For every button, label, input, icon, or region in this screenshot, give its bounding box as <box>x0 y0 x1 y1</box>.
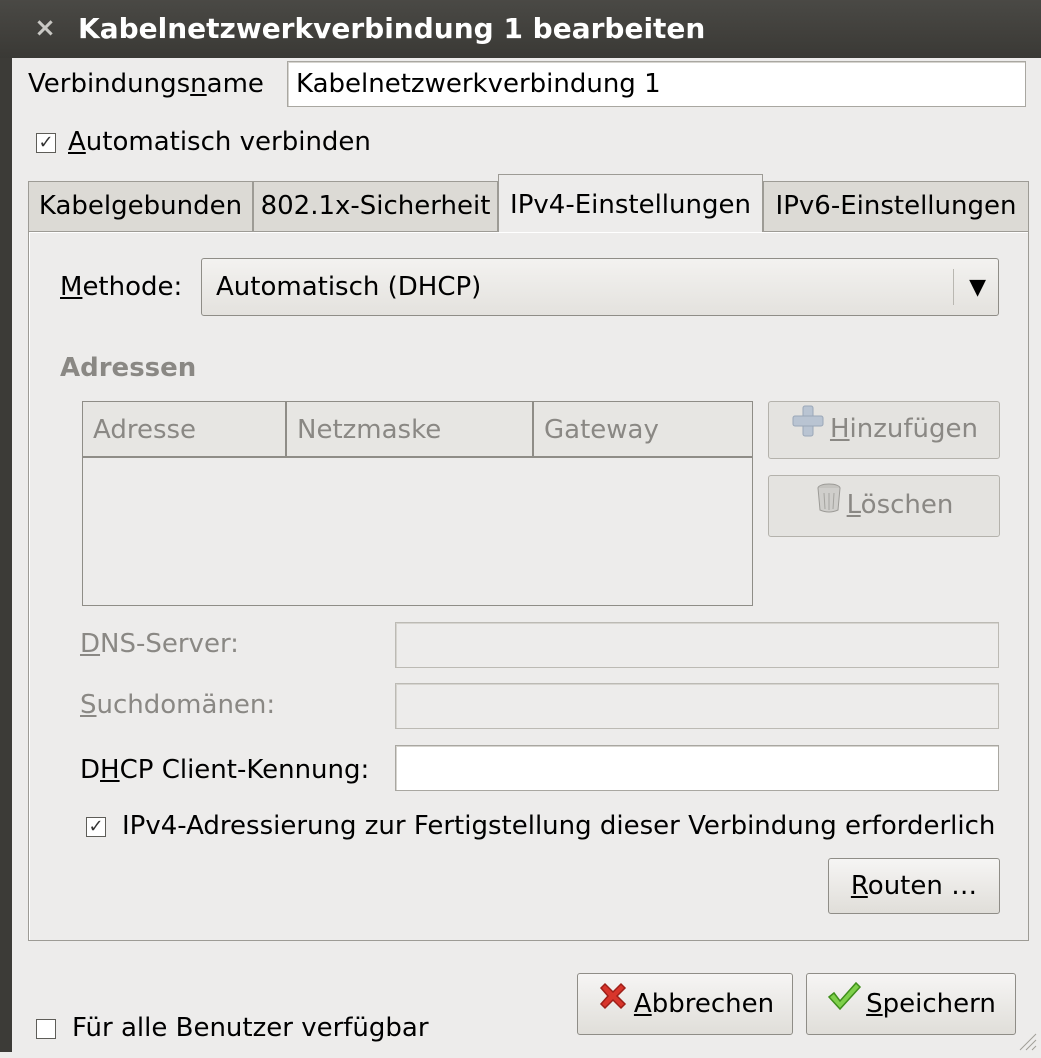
close-icon[interactable]: × <box>30 10 60 46</box>
auto-connect-checkbox[interactable]: ✓ <box>36 133 56 153</box>
method-combobox-value: Automatisch (DHCP) <box>216 272 482 302</box>
save-button[interactable]: Speichern <box>806 973 1016 1035</box>
window-border-left <box>0 58 12 1052</box>
cancel-x-icon <box>596 975 630 1035</box>
combobox-separator <box>953 269 954 305</box>
addresses-table-header: Adresse Netzmaske Gateway <box>83 402 752 458</box>
method-combobox[interactable]: Automatisch (DHCP) ▼ <box>201 258 999 316</box>
dns-server-label: DNS-Server: <box>80 629 239 659</box>
title-bar[interactable]: × Kabelnetzwerkverbindung 1 bearbeiten <box>0 0 1041 58</box>
plus-icon <box>790 403 826 457</box>
search-domains-input[interactable] <box>395 683 999 729</box>
checkmark-icon <box>826 975 862 1035</box>
trash-icon <box>815 477 843 535</box>
column-header-gateway[interactable]: Gateway <box>534 402 752 456</box>
all-users-checkbox[interactable] <box>36 1019 56 1039</box>
tab-ipv6-einstellungen[interactable]: IPv6-Einstellungen <box>763 181 1029 231</box>
connection-name-label: Verbindungsname <box>28 69 264 99</box>
auto-connect-label: Automatisch verbinden <box>68 127 371 157</box>
delete-address-button[interactable]: Löschen <box>768 475 1000 537</box>
require-ipv4-checkbox[interactable]: ✓ <box>86 817 106 837</box>
search-domains-label: Suchdomänen: <box>80 690 276 720</box>
chevron-down-icon: ▼ <box>969 275 986 300</box>
tab-ipv4-einstellungen[interactable]: IPv4-Einstellungen <box>498 174 763 232</box>
column-header-adresse[interactable]: Adresse <box>83 402 287 456</box>
resize-grip-icon[interactable] <box>1017 1028 1037 1051</box>
require-ipv4-checkbox-row[interactable]: ✓ IPv4-Adressierung zur Fertigstellung d… <box>84 810 1004 842</box>
method-label: Methode: <box>60 272 183 302</box>
tab-8021x-sicherheit[interactable]: 802.1x-Sicherheit <box>253 181 498 231</box>
addresses-section-title: Adressen <box>60 353 197 383</box>
tab-kabelgebunden[interactable]: Kabelgebunden <box>28 181 253 231</box>
column-header-netzmaske[interactable]: Netzmaske <box>287 402 534 456</box>
all-users-label: Für alle Benutzer verfügbar <box>72 1013 429 1043</box>
add-address-button[interactable]: Hinzufügen <box>768 401 1000 459</box>
dhcp-client-id-label: DHCP Client-Kennung: <box>80 755 370 785</box>
routes-button[interactable]: Routen … <box>828 858 1000 914</box>
window-title: Kabelnetzwerkverbindung 1 bearbeiten <box>78 12 706 45</box>
dhcp-client-id-input[interactable] <box>395 745 999 791</box>
connection-name-input[interactable] <box>287 61 1026 107</box>
cancel-button[interactable]: Abbrechen <box>577 973 793 1035</box>
require-ipv4-label: IPv4-Adressierung zur Fertigstellung die… <box>122 811 996 841</box>
dns-server-input[interactable] <box>395 622 999 668</box>
addresses-table[interactable]: Adresse Netzmaske Gateway <box>82 401 753 606</box>
